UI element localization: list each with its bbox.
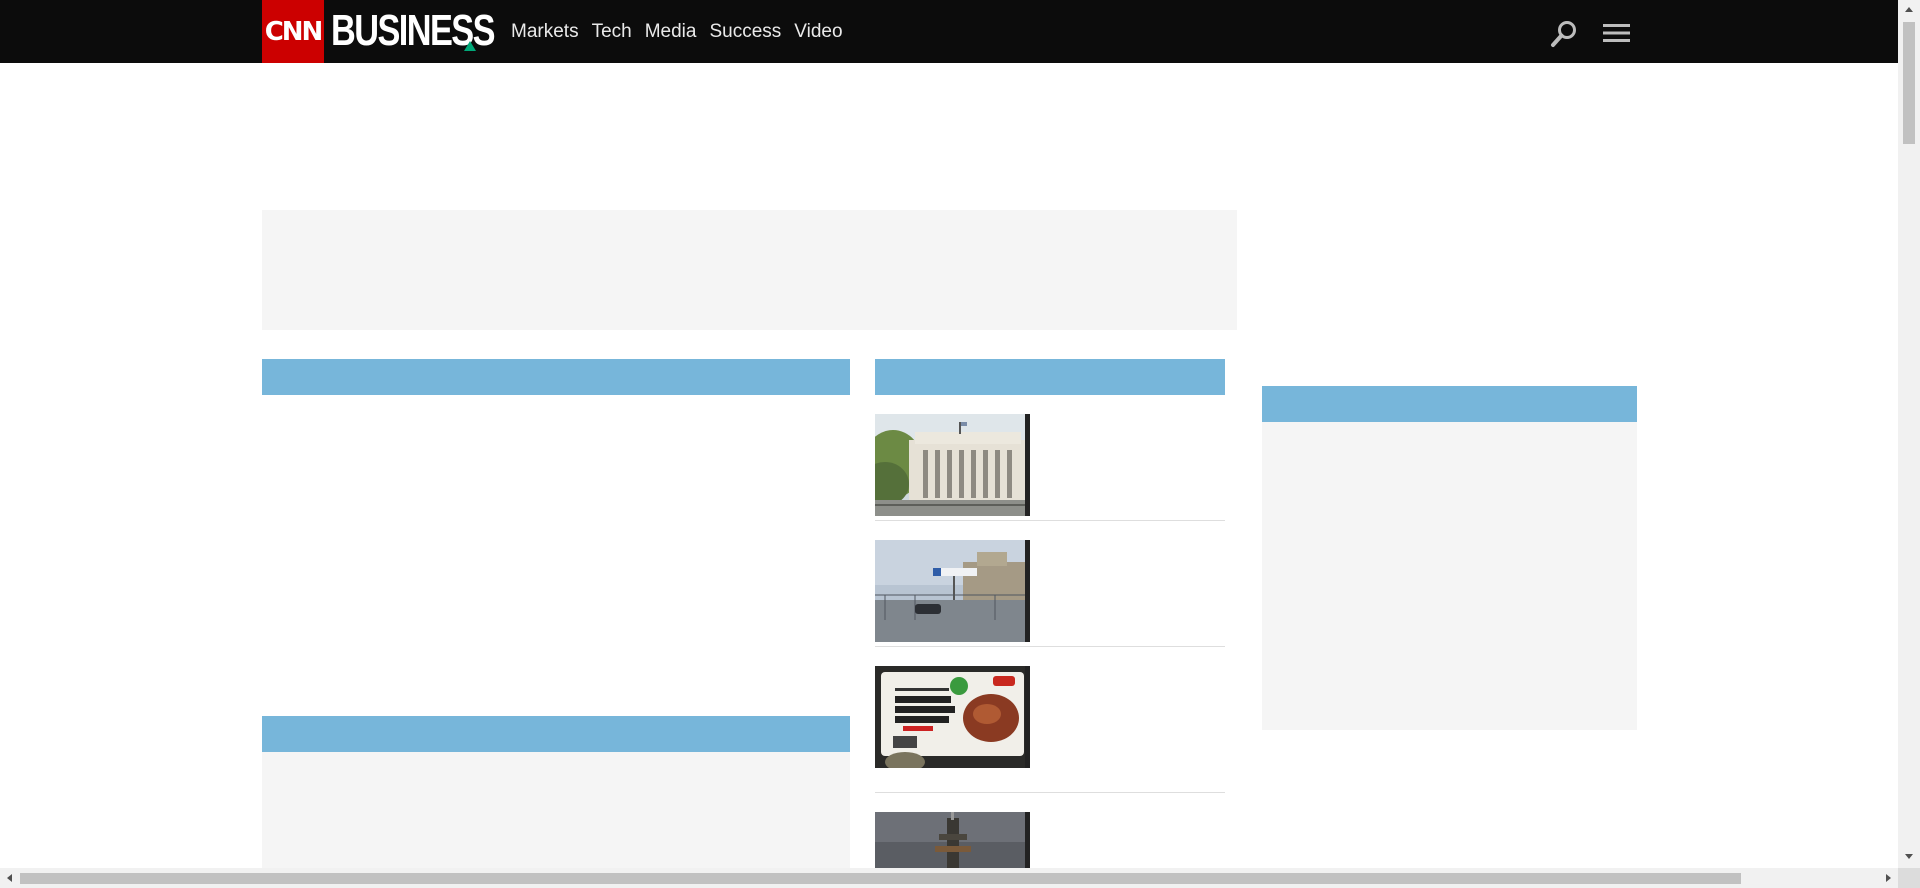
nav-link-tech[interactable]: Tech — [592, 21, 632, 43]
top-nav-bar: CNN BUSINESS Markets Tech Media Success … — [0, 0, 1898, 63]
nav-link-media[interactable]: Media — [645, 21, 697, 43]
nav-link-video[interactable]: Video — [794, 21, 842, 43]
left-bottom-content-placeholder — [262, 752, 850, 868]
vertical-scrollbar-thumb[interactable] — [1903, 22, 1915, 144]
story-thumbnail[interactable] — [875, 540, 1030, 642]
nav-link-success[interactable]: Success — [709, 21, 781, 43]
horizontal-scrollbar[interactable] — [0, 868, 1898, 888]
cnn-logo-text: CNN — [264, 16, 324, 47]
scroll-right-arrow-icon[interactable] — [1886, 874, 1891, 882]
beyond-breakfast-sausage-image — [875, 666, 1030, 768]
scroll-left-arrow-icon[interactable] — [7, 874, 12, 882]
story-thumbnail[interactable] — [875, 414, 1030, 516]
scroll-up-arrow-icon[interactable] — [1905, 7, 1913, 12]
horizontal-scrollbar-thumb[interactable] — [20, 873, 1741, 884]
zone-header-right — [1262, 386, 1637, 422]
scrollbar-corner — [1898, 868, 1920, 888]
federal-reserve-building-image — [875, 414, 1030, 516]
right-rail-ad-placeholder — [1262, 422, 1637, 730]
story-thumbnail[interactable] — [875, 812, 1030, 868]
offshore-platform-image — [875, 812, 1030, 868]
story-divider — [875, 792, 1225, 793]
cnn-logo[interactable]: CNN — [262, 0, 324, 63]
vertical-scrollbar[interactable] — [1898, 0, 1920, 868]
scroll-down-arrow-icon[interactable] — [1905, 854, 1913, 859]
zone-header-left-bottom — [262, 716, 850, 752]
story-divider — [875, 646, 1225, 647]
nav-link-markets[interactable]: Markets — [511, 21, 579, 43]
zone-header-left-top — [262, 359, 850, 395]
search-icon[interactable] — [1550, 20, 1578, 48]
plant-entrance-image — [875, 540, 1030, 642]
menu-icon[interactable] — [1603, 23, 1630, 43]
zone-header-middle — [875, 359, 1225, 395]
business-accent-triangle-icon — [464, 41, 476, 51]
story-divider — [875, 520, 1225, 521]
section-nav: Markets Tech Media Success Video — [511, 0, 843, 63]
story-thumbnail[interactable] — [875, 666, 1030, 768]
ad-banner-placeholder — [262, 210, 1237, 330]
